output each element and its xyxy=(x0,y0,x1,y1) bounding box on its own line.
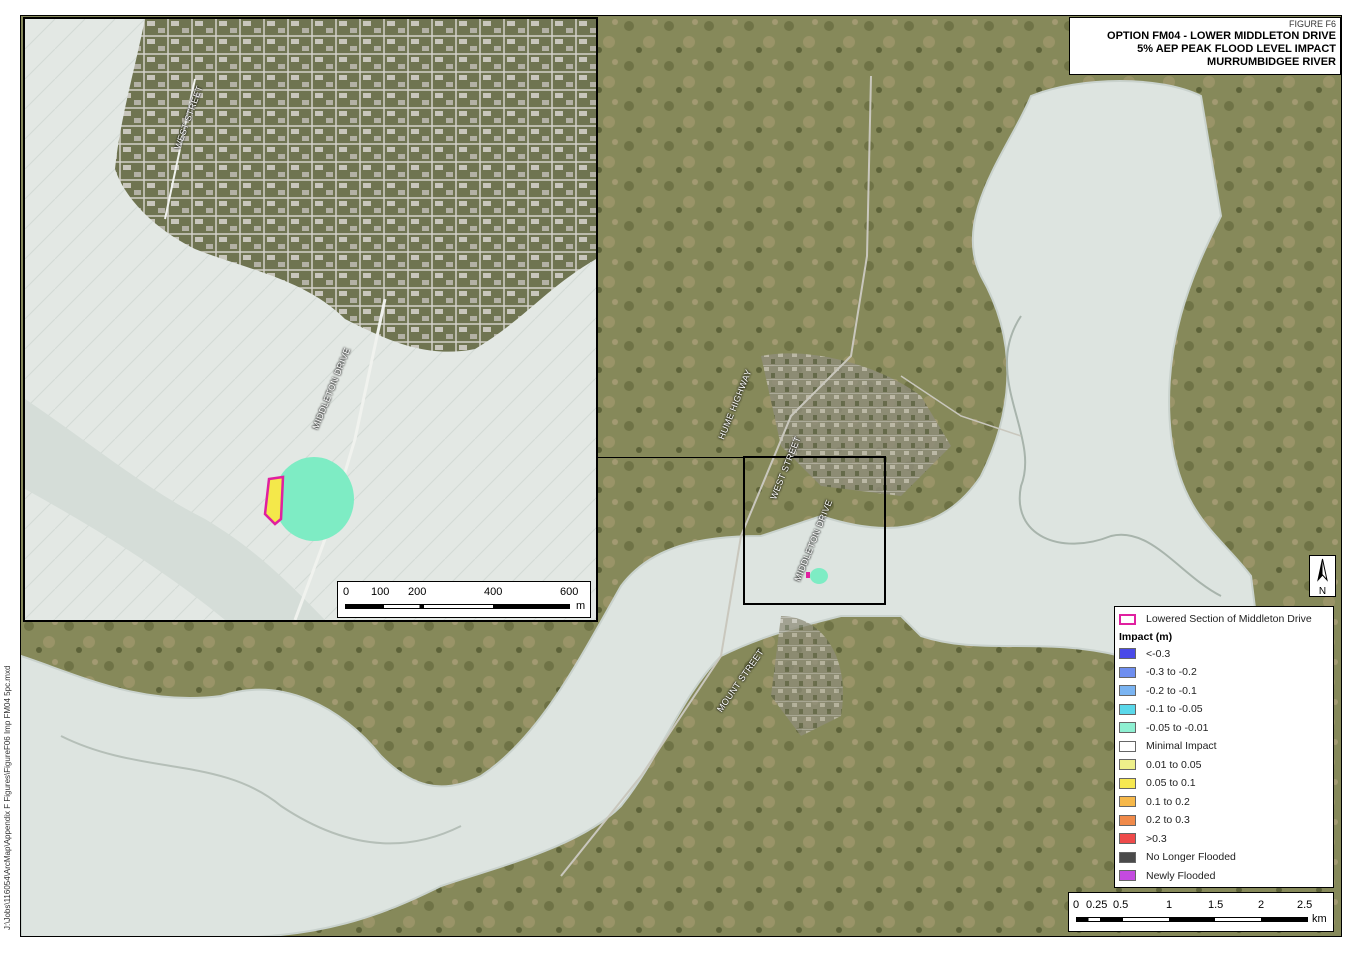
inset-scale-unit: m xyxy=(576,600,586,612)
title-line-2: 5% AEP PEAK FLOOD LEVEL IMPACT xyxy=(1137,43,1336,55)
legend-item-label: -0.3 to -0.2 xyxy=(1146,666,1197,679)
legend-swatch xyxy=(1119,666,1136,678)
legend-item: <-0.3 xyxy=(1119,645,1329,664)
inset-scale-segments xyxy=(345,604,570,609)
legend-swatch xyxy=(1119,777,1136,789)
legend-item: Minimal Impact xyxy=(1119,737,1329,756)
legend-item: 0.05 to 0.1 xyxy=(1119,774,1329,793)
legend-lowered-swatch xyxy=(1119,613,1136,625)
legend-item: No Longer Flooded xyxy=(1119,848,1329,867)
legend-item: 0.1 to 0.2 xyxy=(1119,793,1329,812)
legend-swatch xyxy=(1119,703,1136,715)
legend-item-label: <-0.3 xyxy=(1146,647,1171,660)
inset-scale-tick-2: 200 xyxy=(408,586,427,598)
title-line-1: OPTION FM04 - LOWER MIDDLETON DRIVE xyxy=(1107,30,1336,42)
legend-item: Newly Flooded xyxy=(1119,867,1329,886)
north-arrow-graphic xyxy=(1317,558,1328,582)
legend-swatch xyxy=(1119,759,1136,771)
legend-swatch xyxy=(1119,851,1136,863)
legend-item: -0.05 to -0.01 xyxy=(1119,719,1329,738)
legend-item-label: Minimal Impact xyxy=(1146,740,1217,753)
inset-map-graphic xyxy=(25,19,596,620)
legend-item: -0.1 to -0.05 xyxy=(1119,700,1329,719)
figure-number: FIGURE F6 xyxy=(1288,19,1336,29)
legend-swatch xyxy=(1119,685,1136,697)
legend-swatch xyxy=(1119,796,1136,808)
inset-lowered-section xyxy=(263,475,285,526)
legend-item: -0.2 to -0.1 xyxy=(1119,682,1329,701)
legend-classes: <-0.3 -0.3 to -0.2 -0.2 to -0.1 -0.1 to -0.… xyxy=(1119,645,1329,886)
legend-lowered-label: Lowered Section of Middleton Drive xyxy=(1146,613,1312,626)
inset-scale-bar: 0 100 200 400 600 m xyxy=(337,581,591,618)
inset-scale-tick-3: 400 xyxy=(484,586,503,598)
legend-swatch xyxy=(1119,740,1136,752)
legend-lowered-section: Lowered Section of Middleton Drive xyxy=(1119,610,1329,629)
legend-item: 0.01 to 0.05 xyxy=(1119,756,1329,775)
legend-item: >0.3 xyxy=(1119,830,1329,849)
main-scale-tick-2: 0.5 xyxy=(1113,899,1129,911)
lowered-section-small xyxy=(806,572,810,578)
title-line-3: MURRUMBIDGEE RIVER xyxy=(1207,56,1336,68)
north-arrow-icon: N xyxy=(1309,555,1336,597)
legend-swatch xyxy=(1119,833,1136,845)
inset-map[interactable]: WEST STREET MIDDLETON DRIVE 0 100 200 40… xyxy=(23,17,598,622)
title-block: FIGURE F6 OPTION FM04 - LOWER MIDDLETON … xyxy=(1069,17,1341,75)
legend: Lowered Section of Middleton Drive Impac… xyxy=(1114,606,1334,888)
legend-swatch xyxy=(1119,870,1136,882)
legend-swatch xyxy=(1119,722,1136,734)
legend-impact-heading: Impact (m) xyxy=(1119,630,1173,643)
north-letter: N xyxy=(1318,586,1327,597)
legend-item-label: 0.1 to 0.2 xyxy=(1146,795,1190,808)
main-scale-tick-1: 0.25 xyxy=(1086,899,1108,911)
main-scale-bar: 0 0.25 0.5 1 1.5 2 2.5 km xyxy=(1068,892,1334,932)
inset-scale-tick-0: 0 xyxy=(343,586,350,598)
legend-item: 0.2 to 0.3 xyxy=(1119,811,1329,830)
main-scale-tick-4: 1.5 xyxy=(1208,899,1224,911)
main-scale-tick-6: 2.5 xyxy=(1297,899,1313,911)
main-scale-tick-0: 0 xyxy=(1073,899,1080,911)
inset-impact-area xyxy=(274,457,354,541)
legend-item-label: >0.3 xyxy=(1146,832,1167,845)
legend-swatch xyxy=(1119,648,1136,660)
legend-item-label: -0.05 to -0.01 xyxy=(1146,721,1209,734)
legend-swatch xyxy=(1119,814,1136,826)
impact-area-small xyxy=(810,568,828,584)
legend-item-label: Newly Flooded xyxy=(1146,869,1216,882)
main-scale-unit: km xyxy=(1312,913,1327,925)
file-path: J:\Jobs\116054\ArcMap\Appendix F Figures… xyxy=(3,665,12,930)
inset-scale-tick-4: 600 xyxy=(560,586,579,598)
main-scale-tick-5: 2 xyxy=(1258,899,1265,911)
legend-item: -0.3 to -0.2 xyxy=(1119,663,1329,682)
main-inset-frame xyxy=(598,457,744,458)
legend-item-label: No Longer Flooded xyxy=(1146,851,1236,864)
legend-item-label: 0.2 to 0.3 xyxy=(1146,814,1190,827)
legend-item-label: 0.05 to 0.1 xyxy=(1146,777,1196,790)
legend-item-label: -0.2 to -0.1 xyxy=(1146,684,1197,697)
legend-item-label: 0.01 to 0.05 xyxy=(1146,758,1202,771)
main-scale-segments xyxy=(1076,917,1308,922)
main-scale-tick-3: 1 xyxy=(1166,899,1173,911)
inset-scale-tick-1: 100 xyxy=(371,586,390,598)
legend-item-label: -0.1 to -0.05 xyxy=(1146,703,1203,716)
